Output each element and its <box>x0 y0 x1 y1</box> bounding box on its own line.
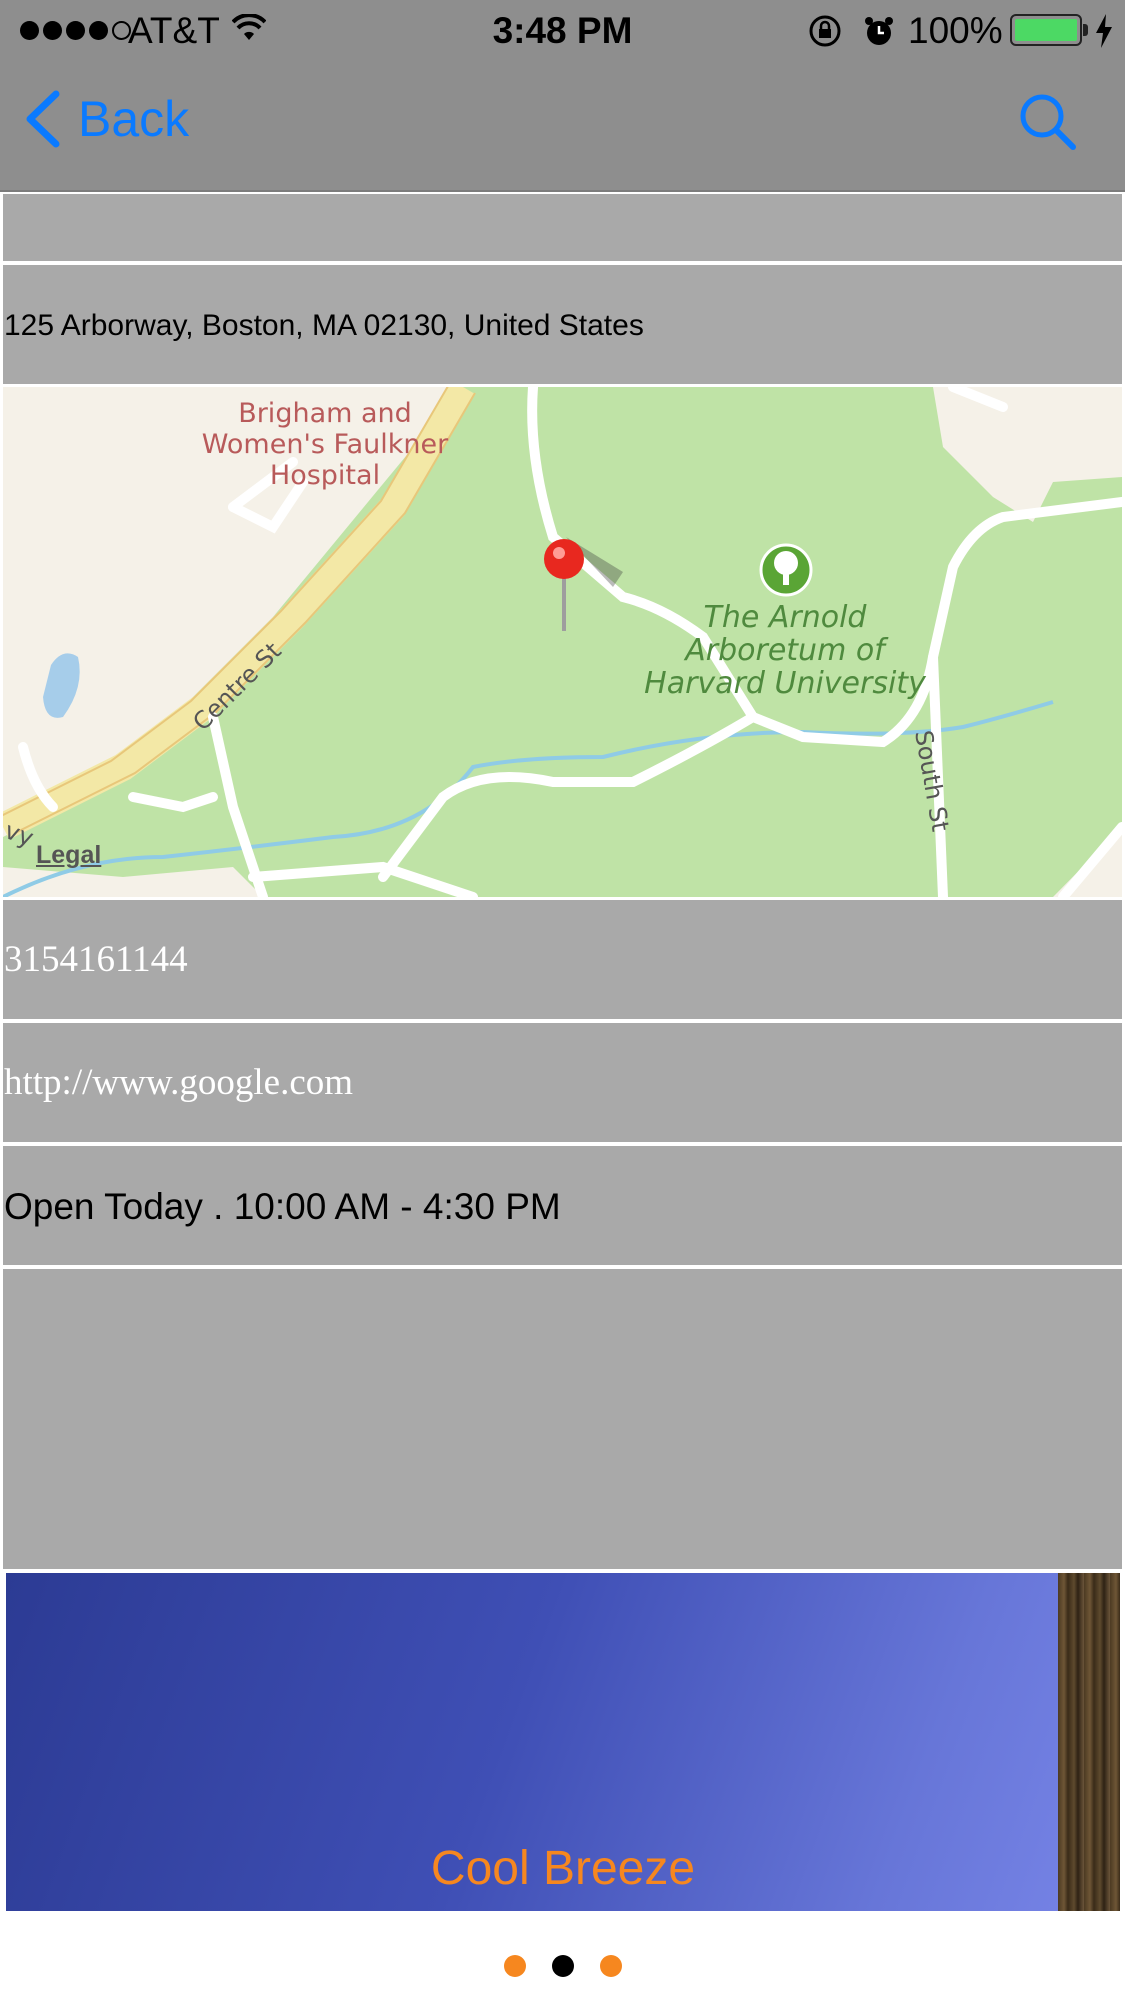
slide-caption: Cool Breeze <box>430 1842 696 1895</box>
chevron-left-icon <box>26 90 60 148</box>
charging-bolt-icon <box>1096 14 1112 48</box>
website-cell[interactable]: http://www.google.com <box>3 1023 1122 1142</box>
battery-tip <box>1083 24 1088 36</box>
image-carousel[interactable]: Cool Breeze <box>6 1573 1120 1911</box>
battery-icon <box>1010 14 1082 46</box>
map-label-park-3: Harvard University <box>644 666 927 701</box>
map-label-park-1: The Arnold <box>704 600 868 635</box>
map-label-hospital-3: Hospital <box>270 460 380 491</box>
back-label: Back <box>78 91 190 147</box>
address-text: 125 Arborway, Boston, MA 02130, United S… <box>4 309 644 342</box>
hours-cell: Open Today . 10:00 AM - 4:30 PM <box>3 1146 1122 1265</box>
map-label-hospital-1: Brigham and <box>238 398 412 429</box>
address-cell[interactable]: 125 Arborway, Boston, MA 02130, United S… <box>3 265 1122 384</box>
phone-number[interactable]: 3154161144 <box>4 938 188 981</box>
map-pin-icon[interactable] <box>544 537 623 631</box>
hours-text: Open Today . 10:00 AM - 4:30 PM <box>4 1186 561 1227</box>
website-link[interactable]: http://www.google.com <box>4 1061 353 1104</box>
page-dot-2[interactable] <box>551 1955 574 1977</box>
map-canvas[interactable]: Brigham and Women's Faulkner Hospital Th… <box>3 387 1122 897</box>
map-street-south: South St <box>909 728 954 833</box>
tree-icon <box>759 543 813 597</box>
search-button[interactable] <box>1018 92 1078 157</box>
alarm-clock-icon <box>865 17 893 45</box>
page-indicator[interactable] <box>0 1955 1125 1977</box>
back-button[interactable]: Back <box>22 90 189 148</box>
page-dot-1[interactable] <box>503 1955 526 1977</box>
page-dot-3[interactable] <box>599 1955 622 1977</box>
navigation-bar: Back <box>0 62 1125 192</box>
search-icon <box>1020 94 1076 150</box>
map-legal-link[interactable]: Legal <box>36 841 101 870</box>
map-label-hospital-2: Women's Faulkner <box>202 429 449 460</box>
battery-percentage: 100% <box>908 10 1003 51</box>
empty-cell-top <box>3 194 1122 261</box>
status-bar: AT&T 3:48 PM 100% <box>0 0 1125 62</box>
map-view[interactable]: Brigham and Women's Faulkner Hospital Th… <box>3 387 1122 897</box>
map-label-park-2: Arboretum of <box>683 633 889 668</box>
rotation-lock-icon <box>809 15 841 47</box>
empty-cell-bottom <box>3 1269 1122 1569</box>
top-bar: AT&T 3:48 PM 100% Back <box>0 0 1125 192</box>
phone-cell[interactable]: 3154161144 <box>3 900 1122 1019</box>
